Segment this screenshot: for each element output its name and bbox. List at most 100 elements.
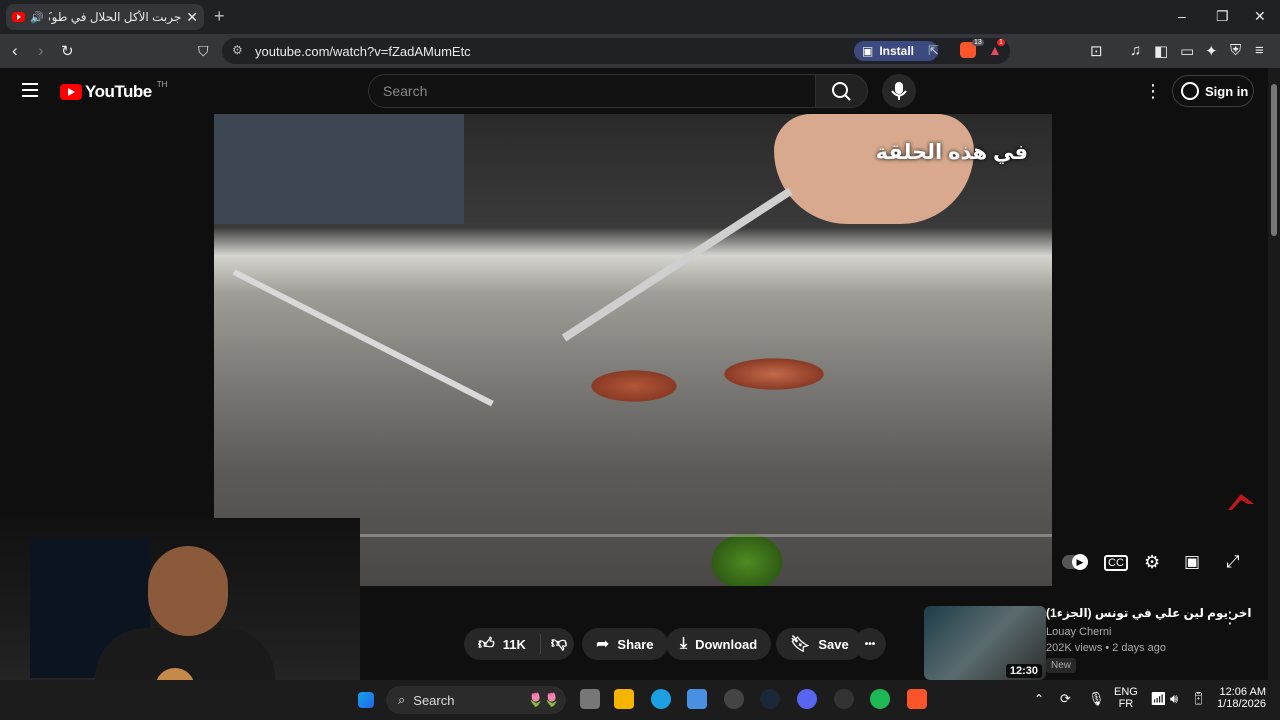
steam-icon[interactable] [760, 689, 780, 709]
video-player[interactable]: في هذه الحلقة [214, 114, 1052, 586]
video-duration: 12:30 [1005, 664, 1042, 678]
fullscreen-icon[interactable]: ⤢ [1226, 552, 1240, 572]
volume-icon[interactable]: 🔊︎ [1170, 691, 1178, 707]
search-button[interactable] [816, 74, 868, 108]
new-tab-button[interactable]: + [214, 6, 225, 27]
youtube-favicon-icon [12, 12, 25, 22]
media-icon[interactable]: ♫ [1130, 42, 1141, 59]
share-button[interactable]: ➦ Share [582, 628, 668, 660]
clock-time: 12:06 AM [1219, 686, 1266, 698]
account-icon [1181, 82, 1199, 100]
like-button[interactable]: 👍︎ 11K 👎︎ [464, 628, 574, 660]
share-icon: ➦ [596, 636, 610, 653]
browser-tab[interactable]: 🔊 جربت الأكل الحلال في طوكيو ال ✕ [6, 4, 204, 30]
language-top: ENG [1114, 686, 1138, 698]
voice-search-button[interactable] [882, 74, 916, 108]
leo-ai-icon[interactable]: ✦ [1205, 42, 1218, 60]
recommended-channel[interactable]: Louay Cherni [1046, 626, 1111, 638]
task-view-icon[interactable] [580, 689, 600, 709]
install-button[interactable]: ▣ Install [854, 41, 938, 61]
address-toolbar: ‹ › ↻ ⛉ ⚙ youtube.com/watch?v=fZadAMumEt… [0, 34, 1280, 68]
app-icon[interactable] [724, 689, 744, 709]
forward-icon[interactable]: › [38, 41, 44, 61]
rewards-count-badge: 1 [997, 39, 1005, 46]
search-icon [832, 82, 851, 101]
sync-icon[interactable]: ⟳ [1060, 691, 1071, 707]
settings-kebab-icon[interactable]: ⋮ [1144, 81, 1162, 102]
miniplayer-icon[interactable]: ▣ [1184, 552, 1200, 572]
download-label: Download [695, 636, 758, 652]
sign-in-button[interactable]: Sign in [1172, 75, 1254, 107]
clock[interactable]: 12:06 AM 1/18/2026 [1216, 686, 1266, 710]
new-badge: New [1046, 658, 1077, 673]
recommended-menu-icon[interactable]: ⋮ [1222, 608, 1238, 628]
windows-start-icon[interactable] [358, 692, 374, 708]
file-explorer-icon[interactable] [614, 689, 634, 709]
edge-icon[interactable] [651, 689, 671, 709]
search-input[interactable] [369, 75, 769, 107]
save-playlist-icon: 🔖︎ [790, 636, 811, 653]
recommended-thumbnail[interactable]: 12:30 [924, 606, 1046, 680]
page-scrollbar[interactable] [1268, 68, 1280, 680]
close-window-button[interactable]: ✕ [1254, 8, 1266, 25]
bookmark-icon[interactable]: ⛉ [198, 43, 209, 60]
tulips-icon: 🌷🌷 [527, 692, 560, 707]
search-box [368, 74, 816, 108]
sidebar-icon[interactable]: ◧ [1154, 42, 1168, 60]
obs-icon[interactable] [834, 689, 854, 709]
url-text[interactable]: youtube.com/watch?v=fZadAMumEtc [255, 44, 471, 59]
mic-tray-icon[interactable]: 🎙︎ [1088, 691, 1105, 707]
wallet-icon[interactable]: ▭ [1180, 42, 1194, 60]
wifi-icon[interactable]: 📶︎ [1150, 691, 1167, 707]
sign-in-label: Sign in [1205, 83, 1249, 99]
youtube-logo[interactable]: YouTube TH [60, 80, 167, 102]
browser-menu-icon[interactable]: ≡ [1255, 42, 1264, 59]
language-indicator[interactable]: ENG FR [1114, 686, 1138, 710]
browser-tab-bar: 🔊 جربت الأكل الحلال في طوكيو ال ✕ + – ❐ … [0, 0, 1280, 34]
taskbar-search[interactable]: ⌕ Search 🌷🌷 [386, 686, 566, 714]
taskbar-search-icon: ⌕ [398, 692, 406, 707]
download-button[interactable]: ⤓ Download [666, 628, 772, 660]
chef-apron [214, 114, 464, 224]
scrollbar-thumb[interactable] [1271, 84, 1277, 236]
share-page-icon[interactable]: ⇱ [928, 43, 939, 59]
tray-overflow-icon[interactable]: ⌃ [1034, 692, 1044, 706]
clock-date: 1/18/2026 [1217, 698, 1266, 710]
save-label: Save [818, 636, 849, 652]
youtube-header: YouTube TH ⋮ Sign in [0, 68, 1268, 114]
recommended-title[interactable]: اخر يوم لين علي في تونس (الجزء1) [1046, 606, 1252, 620]
thumbs-down-icon[interactable]: 👎︎ [539, 634, 567, 654]
share-label: Share [617, 636, 654, 652]
annotation-arrow-icon [1228, 494, 1254, 510]
url-box[interactable]: ⚙ youtube.com/watch?v=fZadAMumEtc ▣ Inst… [222, 38, 1010, 64]
autoplay-toggle[interactable]: ▶ [1062, 554, 1088, 574]
minimize-button[interactable]: – [1178, 8, 1186, 24]
battery-icon[interactable]: 🔋︎ [1190, 691, 1207, 707]
tab-title: جربت الأكل الحلال في طوكيو ال [49, 10, 182, 24]
store-icon[interactable] [687, 689, 707, 709]
spotify-icon[interactable] [870, 689, 890, 709]
chef-hand [774, 114, 974, 224]
screenshot-icon[interactable]: ⊡ [1090, 42, 1103, 60]
install-icon: ▣ [862, 44, 874, 58]
language-bottom: FR [1118, 698, 1134, 710]
like-count: 11K [502, 636, 526, 652]
brave-icon[interactable] [907, 689, 927, 709]
recommended-video[interactable]: 12:30 اخر يوم لين علي في تونس (الجزء1) L… [908, 586, 1268, 680]
shields-count-badge: 13 [972, 39, 984, 46]
more-actions-button[interactable]: ••• [854, 628, 886, 660]
back-icon[interactable]: ‹ [12, 41, 18, 61]
settings-gear-icon[interactable]: ⚙ [1144, 552, 1160, 573]
vpn-icon[interactable]: ⛨ [1230, 42, 1241, 59]
site-settings-icon[interactable]: ⚙ [232, 43, 243, 57]
speaker-icon[interactable]: 🔊 [30, 11, 44, 24]
tab-close-icon[interactable]: ✕ [186, 9, 198, 26]
recommended-meta: 202K views • 2 days ago [1046, 642, 1167, 654]
maximize-button[interactable]: ❐ [1216, 8, 1229, 25]
save-button[interactable]: 🔖︎ Save [776, 628, 863, 660]
youtube-play-icon [60, 84, 82, 100]
captions-icon[interactable]: CC [1104, 555, 1128, 571]
hamburger-menu-icon[interactable] [22, 83, 38, 97]
reload-icon[interactable]: ↻ [61, 42, 74, 60]
discord-icon[interactable] [797, 689, 817, 709]
